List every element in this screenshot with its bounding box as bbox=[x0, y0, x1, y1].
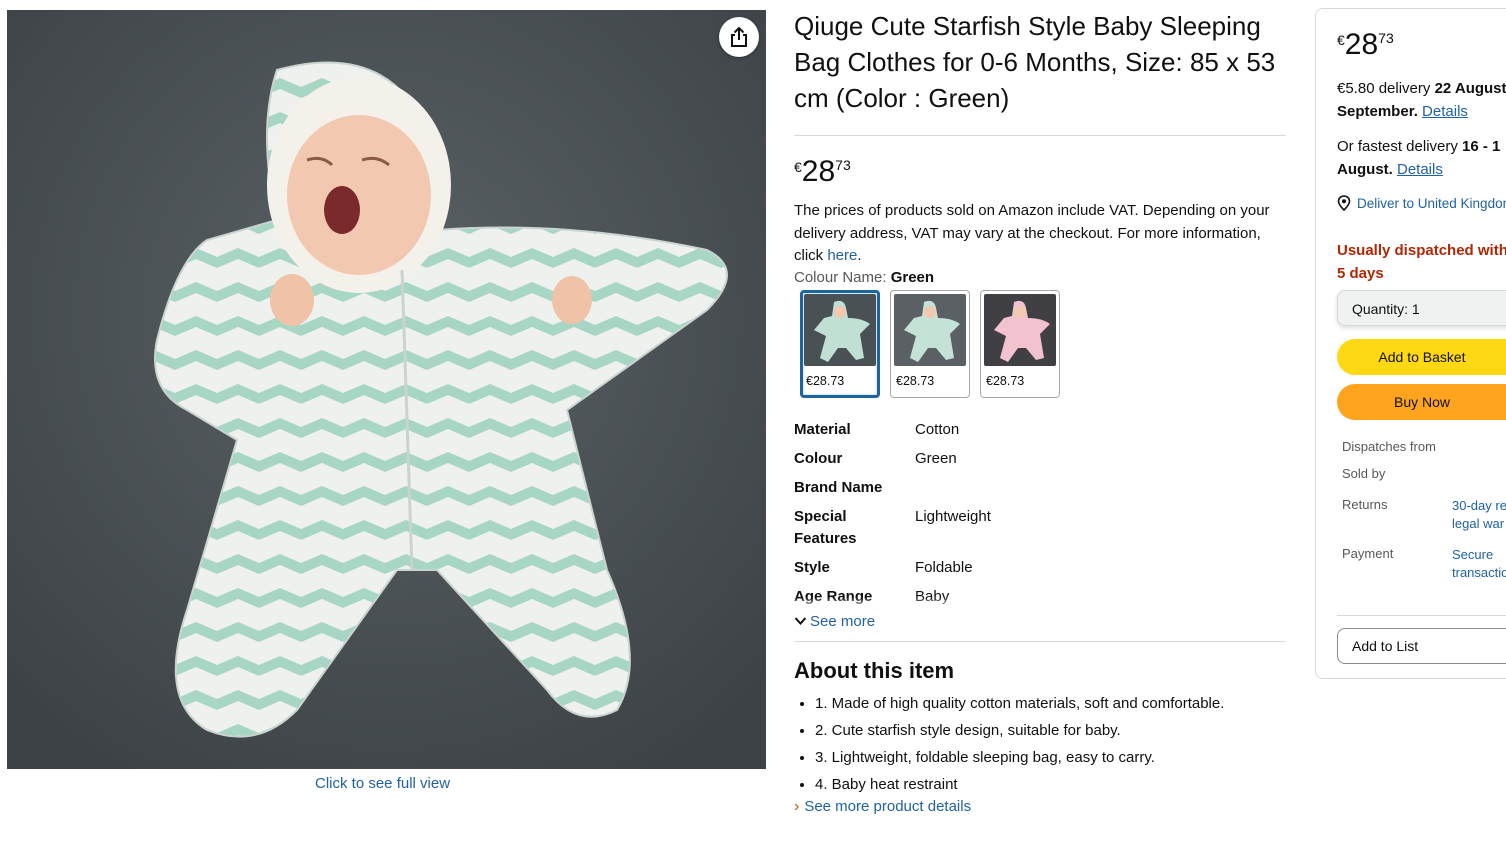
share-button[interactable] bbox=[719, 17, 759, 57]
returns-policy-line-1: 30-day re bbox=[1452, 498, 1506, 513]
divider bbox=[794, 640, 1286, 642]
dispatch-status: Usually dispatched within 5 days bbox=[1337, 239, 1506, 285]
specs-fade bbox=[794, 596, 1286, 611]
payment-label: Payment bbox=[1342, 546, 1394, 561]
starfish-sleeping-bag-photo bbox=[7, 10, 766, 769]
spec-row: Brand Name bbox=[794, 477, 1286, 499]
quantity-select[interactable]: Quantity: 1 bbox=[1337, 290, 1506, 326]
deliver-to-link[interactable]: Deliver to United Kingdom bbox=[1337, 195, 1506, 211]
delivery-details-link[interactable]: Details bbox=[1422, 103, 1468, 120]
price-whole: 28 bbox=[1344, 28, 1379, 61]
deliver-to-label: Deliver to United Kingdom bbox=[1357, 195, 1506, 211]
about-bullet: 2. Cute starfish style design, suitable … bbox=[815, 717, 1286, 744]
product-specs: Material Cotton Colour Green Brand Name Sp… bbox=[794, 419, 1286, 611]
about-bullets: 1. Made of high quality cotton materials… bbox=[794, 690, 1286, 798]
delivery-prefix: Or fastest delivery bbox=[1337, 138, 1463, 155]
returns-policy-line-2: legal war bbox=[1452, 516, 1505, 531]
swatch-price: €28.73 bbox=[896, 373, 935, 388]
see-more-label: See more bbox=[810, 612, 876, 630]
chevron-down-icon bbox=[794, 617, 807, 625]
spec-value: Green bbox=[915, 449, 957, 467]
secure-transaction-line-1: Secure bbox=[1452, 547, 1494, 562]
colour-swatches: €28.73 €28.73 €28.73 bbox=[794, 289, 1286, 398]
spec-row: Colour Green bbox=[794, 448, 1286, 470]
spec-row: Style Foldable bbox=[794, 557, 1286, 579]
delivery-date-end: September. bbox=[1337, 103, 1418, 120]
price-currency: € bbox=[794, 159, 802, 175]
product-title: Qiuge Cute Starfish Style Baby Sleeping … bbox=[794, 11, 1276, 113]
swatch-thumbnail bbox=[894, 293, 966, 366]
price-currency: € bbox=[1337, 32, 1345, 48]
delivery-date-end: August. bbox=[1337, 161, 1393, 178]
about-bullet: 1. Made of high quality cotton materials… bbox=[815, 690, 1286, 717]
buy-box: € 28 73 €5.80 delivery 22 August Septemb… bbox=[1315, 8, 1506, 679]
spec-value: Lightweight bbox=[915, 507, 991, 525]
returns-policy-link[interactable]: 30-day re legal war bbox=[1452, 497, 1506, 533]
spec-value: Foldable bbox=[915, 558, 973, 576]
spec-key: Style bbox=[794, 558, 830, 576]
spec-key: Brand Name bbox=[794, 478, 883, 496]
delivery-info-1-line2: September. Details bbox=[1337, 100, 1468, 123]
share-icon bbox=[731, 26, 747, 47]
buy-now-button[interactable]: Buy Now bbox=[1337, 384, 1506, 420]
delivery-info-2: Or fastest delivery 16 - 1 bbox=[1337, 135, 1500, 158]
see-more-link[interactable]: See more bbox=[794, 613, 1286, 630]
delivery-date: 22 August bbox=[1434, 80, 1506, 97]
delivery-date: 16 - 1 bbox=[1462, 138, 1501, 155]
see-more-details-link[interactable]: › See more product details bbox=[794, 798, 1286, 816]
price-whole: 28 bbox=[801, 155, 836, 188]
secure-transaction-link[interactable]: Secure transactio bbox=[1452, 546, 1506, 582]
delivery-prefix: €5.80 delivery bbox=[1337, 80, 1435, 97]
spec-key: Special Features bbox=[794, 507, 857, 547]
colour-name: Colour Name: Green bbox=[794, 269, 1286, 286]
spec-value: Cotton bbox=[915, 420, 960, 438]
colour-swatch-pink[interactable]: €28.73 bbox=[980, 289, 1060, 398]
about-bullet: 4. Baby heat restraint bbox=[815, 771, 1286, 798]
dispatches-from-label: Dispatches from bbox=[1342, 439, 1436, 454]
buybox-price: € 28 73 bbox=[1337, 28, 1394, 62]
dispatch-line-2: 5 days bbox=[1337, 265, 1384, 282]
vat-notice-end: . bbox=[857, 247, 862, 264]
colour-label: Colour Name: bbox=[794, 268, 891, 286]
colour-swatch-green-2[interactable]: €28.73 bbox=[890, 289, 970, 398]
vat-notice-text: The prices of products sold on Amazon in… bbox=[794, 202, 1270, 264]
chevron-right-icon: › bbox=[794, 797, 800, 815]
spec-key: Material bbox=[794, 420, 851, 438]
spec-row: Material Cotton bbox=[794, 419, 1286, 441]
vat-info-link[interactable]: here bbox=[827, 247, 857, 264]
dispatch-line-1: Usually dispatched within bbox=[1337, 242, 1506, 259]
spec-value bbox=[915, 477, 1286, 499]
divider bbox=[1337, 615, 1506, 616]
spec-row: Special Features Lightweight bbox=[794, 506, 1286, 550]
spec-key: Colour bbox=[794, 449, 843, 467]
colour-swatch-green-1[interactable]: €28.73 bbox=[800, 289, 880, 398]
product-main-image[interactable] bbox=[7, 10, 766, 769]
add-to-basket-button[interactable]: Add to Basket bbox=[1337, 339, 1506, 375]
divider bbox=[794, 135, 1286, 136]
about-bullet: 3. Lightweight, foldable sleeping bag, e… bbox=[815, 744, 1286, 771]
vat-notice: The prices of products sold on Amazon in… bbox=[794, 200, 1286, 268]
delivery-info-1: €5.80 delivery 22 August bbox=[1337, 77, 1506, 100]
swatch-price: €28.73 bbox=[986, 373, 1025, 388]
product-price: € 28 73 bbox=[794, 155, 1286, 189]
about-title: About this item bbox=[794, 657, 955, 683]
add-to-list-button[interactable]: Add to List bbox=[1337, 628, 1506, 664]
fastest-delivery-details-link[interactable]: Details bbox=[1397, 161, 1443, 178]
returns-label: Returns bbox=[1342, 497, 1388, 512]
location-pin-icon bbox=[1337, 195, 1351, 211]
secure-transaction-line-2: transactio bbox=[1452, 565, 1506, 580]
sold-by-label: Sold by bbox=[1342, 466, 1386, 481]
swatch-thumbnail bbox=[804, 293, 876, 366]
swatch-thumbnail bbox=[984, 293, 1056, 366]
delivery-info-2-line2: August. Details bbox=[1337, 158, 1443, 181]
colour-selected: Green bbox=[890, 268, 935, 286]
see-more-details-label: See more product details bbox=[804, 798, 972, 815]
swatch-price: €28.73 bbox=[806, 373, 845, 388]
full-view-link[interactable]: Click to see full view bbox=[315, 775, 450, 792]
price-fraction: 73 bbox=[835, 157, 851, 173]
product-info: Qiuge Cute Starfish Style Baby Sleeping … bbox=[794, 8, 1286, 816]
price-fraction: 73 bbox=[1378, 30, 1394, 46]
